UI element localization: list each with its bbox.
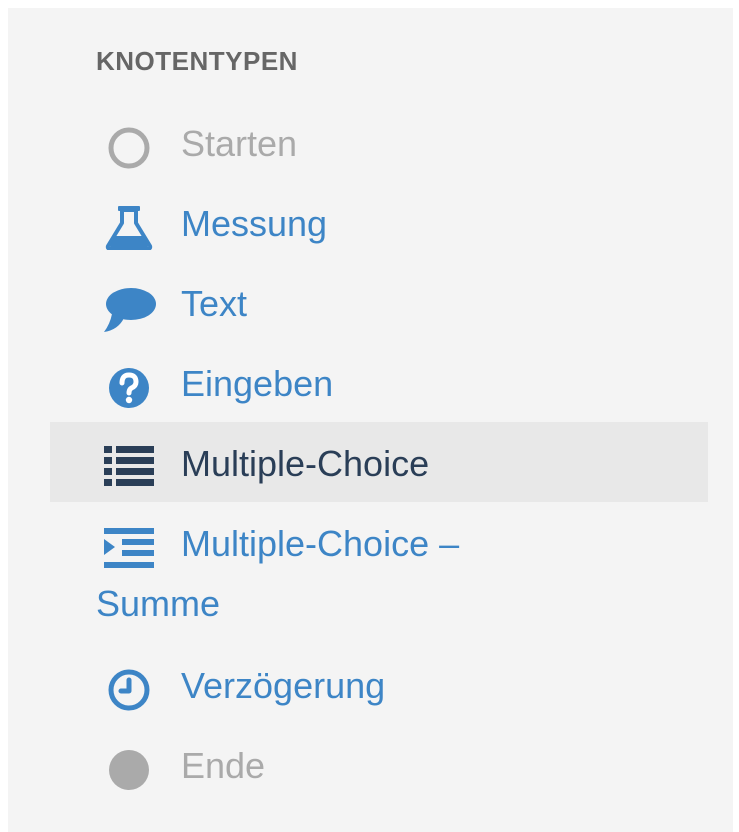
- circle-outline-icon: [102, 126, 156, 170]
- node-item-text[interactable]: Text: [50, 282, 708, 332]
- node-item-label: Multiple-Choice –: [181, 523, 460, 564]
- flask-icon: [102, 206, 156, 250]
- node-item-label: Text: [181, 283, 248, 324]
- node-item-label: Messung: [181, 203, 328, 244]
- node-item-multiple-choice-summe[interactable]: Multiple-Choice – Summe: [50, 522, 708, 632]
- panel-heading: KNOTENTYPEN: [96, 46, 298, 76]
- node-item-starten: Starten: [50, 122, 708, 170]
- node-item-label-continued: Summe: [96, 583, 221, 624]
- node-item-label: Eingeben: [181, 363, 334, 404]
- node-item-messung[interactable]: Messung: [50, 202, 708, 250]
- node-item-label: Ende: [181, 745, 266, 786]
- node-item-eingeben[interactable]: Eingeben: [50, 362, 708, 410]
- node-item-label: Multiple-Choice: [181, 443, 430, 484]
- clock-icon: [102, 668, 156, 712]
- node-item-label: Starten: [181, 123, 298, 164]
- speech-bubble-icon: [102, 286, 156, 332]
- indent-list-icon: [102, 526, 156, 570]
- node-item-label: Verzögerung: [181, 665, 386, 706]
- filled-circle-icon: [102, 748, 156, 792]
- question-circle-icon: [102, 366, 156, 410]
- list-icon: [102, 444, 156, 488]
- node-item-ende: Ende: [50, 744, 708, 792]
- node-item-verzoegerung[interactable]: Verzögerung: [50, 664, 708, 712]
- node-item-multiple-choice[interactable]: Multiple-Choice: [50, 422, 708, 502]
